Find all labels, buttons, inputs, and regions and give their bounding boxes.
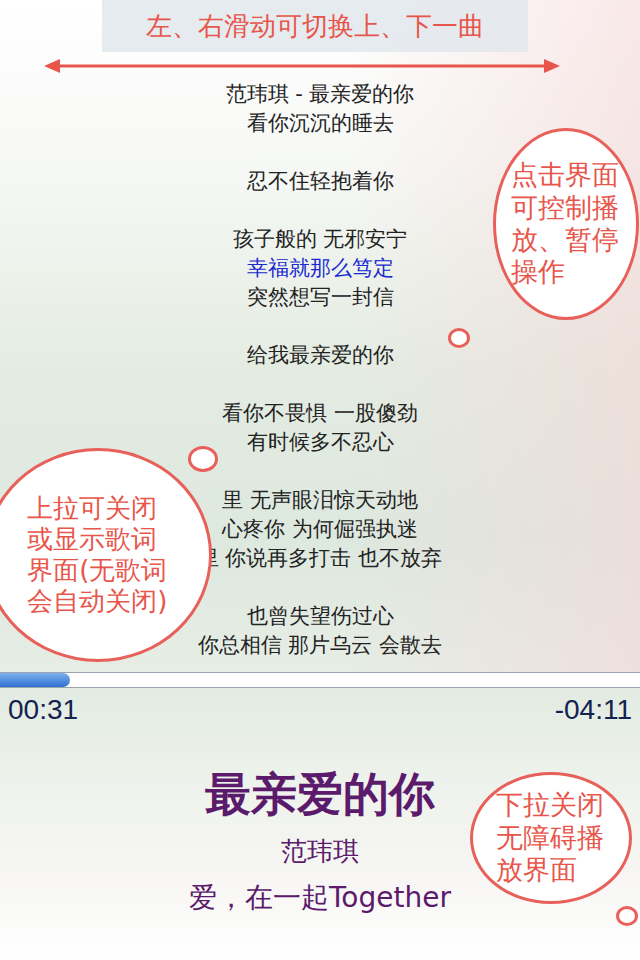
elapsed-time: 00:31: [8, 694, 78, 734]
callout-tail: [188, 446, 218, 472]
progress-bar[interactable]: [0, 672, 640, 688]
callout-tail: [448, 328, 470, 348]
player-screen[interactable]: 左、右滑动可切换上、下一曲范玮琪 - 最亲爱的你看你沉沉的睡去忍不住轻抱着你孩子…: [0, 0, 640, 960]
lyrics-stanza: 范玮琪 - 最亲爱的你看你沉沉的睡去: [0, 80, 640, 138]
progress-fill: [0, 673, 70, 687]
lyric-line: 范玮琪 - 最亲爱的你: [0, 80, 640, 109]
remaining-time: -04:11: [555, 694, 632, 734]
artist-name: 范玮琪: [281, 834, 359, 869]
lyric-line: 看你不畏惧 一股傻劲: [0, 399, 640, 428]
album-name: 爱，在一起Together: [189, 879, 451, 917]
lyric-line: 给我最亲爱的你: [0, 341, 640, 370]
lyrics-stanza: 给我最亲爱的你: [0, 341, 640, 370]
swipe-arrow-icon: [0, 52, 640, 80]
swipe-hint: 左、右滑动可切换上、下一曲: [102, 0, 528, 52]
song-title: 最亲爱的你: [205, 764, 435, 826]
callout-tail: [616, 906, 638, 926]
tap-callout: 点击界面可控制播放、暂停操作: [493, 128, 639, 320]
close-callout: 下拉关闭无障碍播放界面: [470, 772, 632, 904]
